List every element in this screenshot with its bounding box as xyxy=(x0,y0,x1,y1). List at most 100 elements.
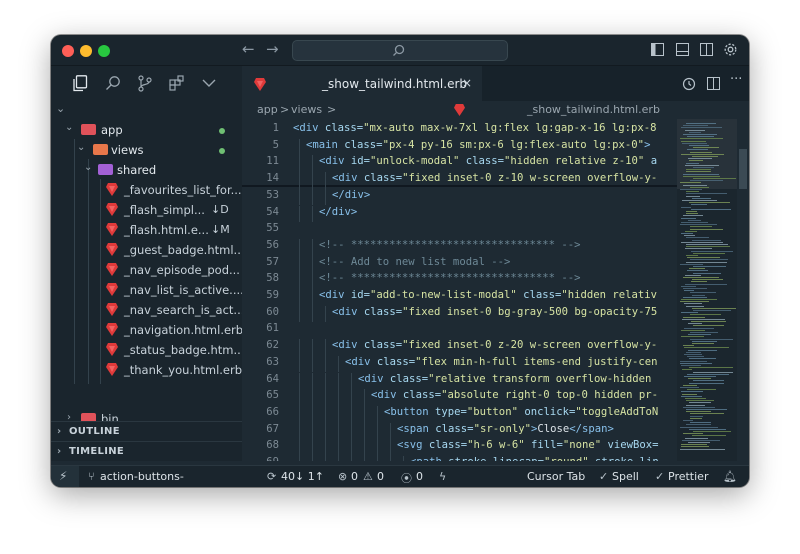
minimap[interactable] xyxy=(677,119,749,461)
minimap-line xyxy=(693,147,719,149)
code-token: class= xyxy=(344,138,383,151)
search-icon[interactable] xyxy=(105,75,121,91)
close-window-button[interactable] xyxy=(62,45,74,57)
code-line[interactable]: 55 xyxy=(242,222,677,239)
code-line[interactable]: 65 <div class="absolute right-0 top-0 hid… xyxy=(242,389,677,406)
tree-file[interactable]: _navigation.html.erb xyxy=(51,320,242,340)
toggle-secondary-sidebar-icon[interactable] xyxy=(700,43,713,56)
source-control-icon[interactable] xyxy=(138,75,152,92)
code-token: <div xyxy=(293,122,325,134)
minimap-line xyxy=(691,250,733,252)
back-arrow-icon[interactable]: ← xyxy=(242,40,255,58)
settings-gear-icon[interactable] xyxy=(723,42,738,57)
split-editor-icon[interactable] xyxy=(707,77,720,90)
tree-file[interactable]: _flash.html.e... ↓M xyxy=(51,220,242,240)
maximize-window-button[interactable] xyxy=(98,45,110,57)
command-center-search[interactable] xyxy=(292,40,508,61)
code-line[interactable]: 60 <div class="fixed inset-0 bg-gray-500 … xyxy=(242,305,677,323)
chevron-down-icon[interactable]: ⌄ xyxy=(56,102,65,115)
tree-file[interactable]: _thank_you.html.erb xyxy=(51,360,242,380)
notifications-bell-icon[interactable]: 🔔︎ xyxy=(723,470,737,483)
lightning-icon[interactable]: ϟ xyxy=(439,470,446,483)
indent-guide xyxy=(377,456,378,461)
tree-file[interactable]: _favourites_list_for... xyxy=(51,180,242,200)
code-line[interactable]: 57 <!-- Add to new list modal --> xyxy=(242,255,677,273)
tree-file[interactable]: _guest_badge.html... xyxy=(51,240,242,260)
scrollbar-thumb[interactable] xyxy=(739,149,747,189)
more-actions-icon[interactable]: ··· xyxy=(730,72,742,87)
tree-folder-shared[interactable]: ⌄ shared xyxy=(51,160,242,180)
code-token: id= xyxy=(350,155,371,168)
tree-file[interactable]: _nav_list_is_active.... xyxy=(51,280,242,300)
line-number: 63 xyxy=(266,355,279,368)
minimap-line xyxy=(687,149,708,151)
code-line[interactable]: 53 </div> xyxy=(242,188,677,206)
warning-count[interactable]: 0 xyxy=(377,470,384,483)
code-line[interactable]: 5 <main class="px-4 py-16 sm:px-6 lg:flex… xyxy=(242,138,677,156)
minimap-line xyxy=(689,402,711,404)
remote-indicator[interactable]: ⚡ xyxy=(51,466,79,487)
code-line[interactable]: 64 <div class="relative transform overflo… xyxy=(242,372,677,390)
code-line[interactable]: 61 xyxy=(242,322,677,339)
cursor-tab-status[interactable]: Cursor Tab xyxy=(527,470,585,483)
code-editor[interactable]: 1 <div class="mx-auto max-w-7xl lg:flex l… xyxy=(242,119,677,461)
code-line[interactable]: 54 </div> xyxy=(242,205,677,223)
timeline-history-icon[interactable] xyxy=(682,77,696,91)
minimap-line xyxy=(682,142,707,144)
indent-guide xyxy=(325,188,326,206)
code-line[interactable]: 14 <div class="fixed inset-0 z-10 w-scree… xyxy=(242,172,677,189)
minimap-line xyxy=(681,395,702,397)
code-token: class= xyxy=(402,389,442,402)
code-line[interactable]: 1 <div class="mx-auto max-w-7xl lg:flex l… xyxy=(242,122,677,139)
code-token: <path xyxy=(410,456,448,461)
code-line[interactable]: 58 <!-- ******************************** … xyxy=(242,272,677,289)
error-count[interactable]: 0 xyxy=(351,470,358,483)
minimize-window-button[interactable] xyxy=(80,45,92,57)
breadcrumb-app[interactable]: app xyxy=(257,103,278,116)
code-line[interactable]: 63 <div class="flex min-h-full items-end … xyxy=(242,355,677,373)
code-token: <div xyxy=(371,389,403,402)
minimap-line xyxy=(684,235,695,237)
code-line[interactable]: 69 <path stroke-linecap="round" stroke-li… xyxy=(242,456,677,461)
close-tab-icon[interactable]: × xyxy=(462,76,472,90)
toggle-panel-icon[interactable] xyxy=(676,43,689,56)
vertical-scrollbar[interactable] xyxy=(737,119,749,461)
code-line[interactable]: 11 <div id="unlock-modal" class="hidden r… xyxy=(242,155,677,173)
ports-count[interactable]: 0 xyxy=(416,470,423,483)
tree-file[interactable]: _nav_search_is_act... xyxy=(51,300,242,320)
code-line[interactable]: 68 <svg class="h-6 w-6" fill="none" viewB… xyxy=(242,439,677,456)
sync-status[interactable]: 40↓ 1↑ xyxy=(281,470,324,483)
minimap-line xyxy=(690,422,711,424)
minimap-line xyxy=(682,200,717,201)
indent-guide xyxy=(312,172,313,189)
tree-file[interactable]: _status_badge.htm... xyxy=(51,340,242,360)
branch-name[interactable]: action-buttons- xyxy=(100,470,184,483)
tree-label: _nav_search_is_act... xyxy=(124,303,242,317)
code-token: <div xyxy=(319,289,351,301)
toggle-primary-sidebar-icon[interactable] xyxy=(651,43,664,56)
minimap-line xyxy=(686,305,704,307)
code-text: </div> xyxy=(332,189,370,201)
spell-status[interactable]: Spell xyxy=(612,470,639,483)
code-token: "flex min-h-full items-end justify-cen xyxy=(415,355,658,368)
code-line[interactable]: 66 <button type="button" onclick="toggleA… xyxy=(242,405,677,423)
minimap-line xyxy=(690,415,703,417)
tree-file[interactable]: _flash_simpl... ↓D xyxy=(51,200,242,220)
timeline-section-header[interactable]: › TIMELINE xyxy=(51,441,242,461)
chevron-down-icon[interactable] xyxy=(202,78,216,88)
prettier-status[interactable]: Prettier xyxy=(668,470,708,483)
code-line[interactable]: 59 <div id="add-to-new-list-modal" class=… xyxy=(242,289,677,306)
tree-folder-app[interactable]: ⌄ app xyxy=(51,120,242,140)
code-line[interactable]: 56 <!-- ******************************** … xyxy=(242,238,677,256)
tree-file[interactable]: _nav_episode_pod... xyxy=(51,260,242,280)
tree-folder-views[interactable]: ⌄ views xyxy=(51,140,242,160)
breadcrumb-views[interactable]: views xyxy=(291,103,322,116)
extensions-icon[interactable] xyxy=(169,75,185,91)
breadcrumb-file[interactable]: _show_tailwind.html.erb xyxy=(527,103,660,116)
explorer-files-icon[interactable] xyxy=(72,75,88,92)
forward-arrow-icon[interactable]: → xyxy=(266,40,279,58)
code-line[interactable]: 67 <span class="sr-only">Close</span> xyxy=(242,422,677,440)
code-line[interactable]: 62 <div class="fixed inset-0 z-20 w-scree… xyxy=(242,339,677,356)
tab-show-tailwind[interactable]: _show_tailwind.html.erb × xyxy=(242,66,482,101)
outline-section-header[interactable]: › OUTLINE xyxy=(51,421,242,441)
